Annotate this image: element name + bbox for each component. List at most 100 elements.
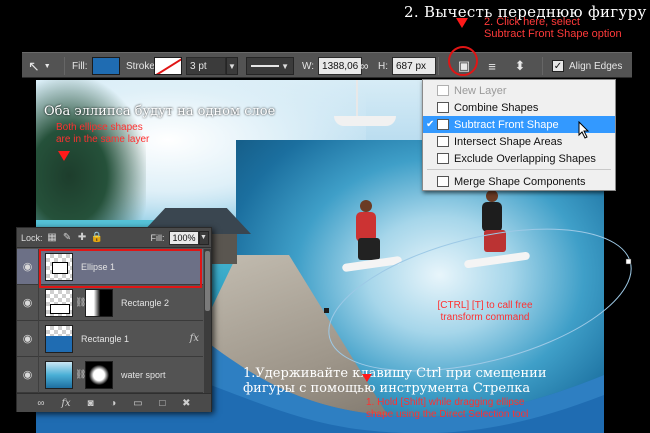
surfer-right: [456, 190, 536, 270]
menu-item-new-layer[interactable]: New Layer: [423, 82, 615, 99]
new-layer-icon: [437, 85, 449, 96]
menu-item-merge-shape-components[interactable]: Merge Shape Components: [423, 173, 615, 190]
lock-transparent-icon[interactable]: ▦: [47, 232, 58, 243]
layer-mask-thumbnail: [85, 288, 113, 317]
stroke-width-field[interactable]: 3 pt: [186, 57, 226, 75]
arrow-tool-icon: ↖: [28, 57, 40, 74]
width-field[interactable]: 1388,06: [318, 57, 363, 75]
hint-click-text: 2. Click here, select Subtract Front Sha…: [484, 16, 622, 40]
layer-fill-dropdown[interactable]: ▼: [198, 230, 209, 245]
new-group-icon[interactable]: ▭: [133, 398, 142, 409]
eye-icon[interactable]: ◉: [17, 248, 39, 285]
fill-color-swatch[interactable]: [92, 57, 120, 75]
caption-line: 1. Hold [Shift] while dragging ellipse: [366, 397, 525, 408]
layer-fill-field[interactable]: 100%: [168, 230, 199, 245]
caption-same-layer-en: Both ellipse shapes are in the same laye…: [56, 122, 149, 146]
layer-thumbnail: [45, 288, 73, 317]
caption-line: are in the same layer: [56, 134, 150, 145]
adjustment-layer-icon[interactable]: ◑: [110, 398, 116, 409]
caption-line: 1.Удерживайте клавишу Ctrl при смещении: [243, 366, 547, 381]
stroke-line-icon: [251, 65, 279, 67]
path-alignment-button[interactable]: ≡: [482, 56, 502, 76]
menu-label: Merge Shape Components: [454, 175, 586, 188]
menu-label: Combine Shapes: [454, 101, 539, 114]
layer-arrow-icon: [58, 151, 70, 161]
menu-label: New Layer: [454, 84, 507, 97]
caption-hold-en: 1. Hold [Shift] while dragging ellipse s…: [366, 397, 528, 421]
layer-name: Rectangle 1: [81, 333, 130, 344]
stroke-color-swatch[interactable]: [154, 57, 182, 75]
layer-row-rectangle-1[interactable]: ◉ Rectangle 1 fx: [17, 320, 203, 357]
h-label: H:: [378, 60, 388, 72]
chevron-down-icon: ▼: [281, 61, 289, 71]
lock-all-icon[interactable]: 🔒: [91, 232, 103, 243]
menu-divider: [427, 169, 611, 170]
intersect-shape-areas-icon: [437, 136, 449, 147]
lock-pixels-icon[interactable]: ✎: [62, 232, 73, 243]
chevron-down-icon: ▼: [43, 62, 51, 70]
add-mask-icon[interactable]: ◙: [87, 398, 93, 409]
layer-row-water-sport[interactable]: ◉ ⛓ water sport: [17, 356, 203, 393]
height-field[interactable]: 687 px: [392, 57, 436, 75]
link-dimensions-icon[interactable]: ∞: [360, 59, 369, 73]
caption-ctrl-t: [CTRL] [T] to call free transform comman…: [420, 300, 550, 324]
height-value: 687 px: [396, 60, 427, 72]
stroke-width-dropdown[interactable]: ▼: [226, 57, 238, 75]
lock-label: Lock:: [21, 232, 43, 243]
combine-shapes-icon: [437, 102, 449, 113]
caption-same-layer-ru: Оба эллипса будут на одном слое: [44, 104, 276, 119]
tool-preset-picker[interactable]: ↖ ▼: [28, 53, 51, 79]
layers-scrollbar[interactable]: [204, 249, 211, 393]
fill-label: Fill:: [72, 60, 88, 72]
hint-arrow-icon: [456, 18, 468, 28]
width-value: 1388,06: [322, 60, 359, 72]
layer-name: Rectangle 2: [121, 297, 170, 308]
layers-panel-header: Lock: ▦ ✎ ✚ 🔒 Fill: 100% ▼: [17, 228, 211, 248]
path-arrangement-button[interactable]: ⬍: [510, 56, 530, 76]
menu-label: Subtract Front Shape: [454, 118, 559, 131]
layer-thumbnail: [45, 360, 73, 389]
layer-thumbnail: [45, 324, 73, 353]
layer-name: water sport: [121, 369, 166, 380]
hint-line-1: 2. Click here, select: [484, 16, 580, 28]
subtract-front-shape-icon: [437, 119, 449, 130]
merge-shape-components-icon: [437, 176, 449, 187]
highlight-circle: [448, 46, 478, 76]
anchor-arrow-icon: [362, 374, 372, 382]
surfer-left: [336, 200, 406, 273]
exclude-overlapping-shapes-icon: [437, 153, 449, 164]
fx-icon[interactable]: fx: [190, 333, 199, 344]
eye-icon[interactable]: ◉: [17, 356, 39, 393]
stroke-width-value: 3 pt: [190, 60, 207, 72]
menu-label: Exclude Overlapping Shapes: [454, 152, 596, 165]
menu-item-exclude-overlapping-shapes[interactable]: Exclude Overlapping Shapes: [423, 150, 615, 167]
new-layer-icon[interactable]: □: [159, 398, 165, 409]
caption-line: shape using the Direct Selection tool: [366, 409, 529, 420]
mouse-cursor-icon: [578, 121, 590, 139]
fx-icon[interactable]: fx: [61, 398, 70, 409]
layer-fill-label: Fill:: [150, 232, 165, 243]
menu-item-combine-shapes[interactable]: Combine Shapes: [423, 99, 615, 116]
caption-line: Both ellipse shapes: [56, 122, 143, 133]
chain-link-icon: ⛓: [75, 369, 87, 379]
sailboat: [326, 80, 396, 128]
options-bar: ↖ ▼ Fill: Stroke: 3 pt ▼ ▼ W: 1388,06 ∞: [22, 52, 632, 78]
trash-icon[interactable]: ✖: [182, 398, 190, 409]
lock-position-icon[interactable]: ✚: [77, 232, 88, 243]
stroke-type-dropdown[interactable]: ▼: [246, 57, 294, 75]
layer-fill-value: 100%: [172, 232, 196, 243]
anchor-point-right[interactable]: [625, 258, 632, 265]
caption-line: transform command: [440, 312, 530, 323]
checkmark-icon: ✔: [426, 119, 435, 130]
menu-label: Intersect Shape Areas: [454, 135, 563, 148]
eye-icon[interactable]: ◉: [17, 320, 39, 357]
layers-panel-footer: ∞ fx ◙ ◑ ▭ □ ✖: [17, 393, 211, 412]
eye-icon[interactable]: ◉: [17, 284, 39, 321]
link-layers-icon[interactable]: ∞: [37, 398, 44, 409]
layer-row-rectangle-2[interactable]: ◉ ⛓ Rectangle 2: [17, 284, 203, 321]
w-label: W:: [302, 60, 315, 72]
scrollbar-thumb[interactable]: [205, 251, 210, 311]
hint-line-2: Subtract Front Shape option: [484, 28, 622, 40]
chain-link-icon: ⛓: [75, 297, 87, 307]
align-edges-checkbox[interactable]: ✓: [552, 60, 564, 72]
